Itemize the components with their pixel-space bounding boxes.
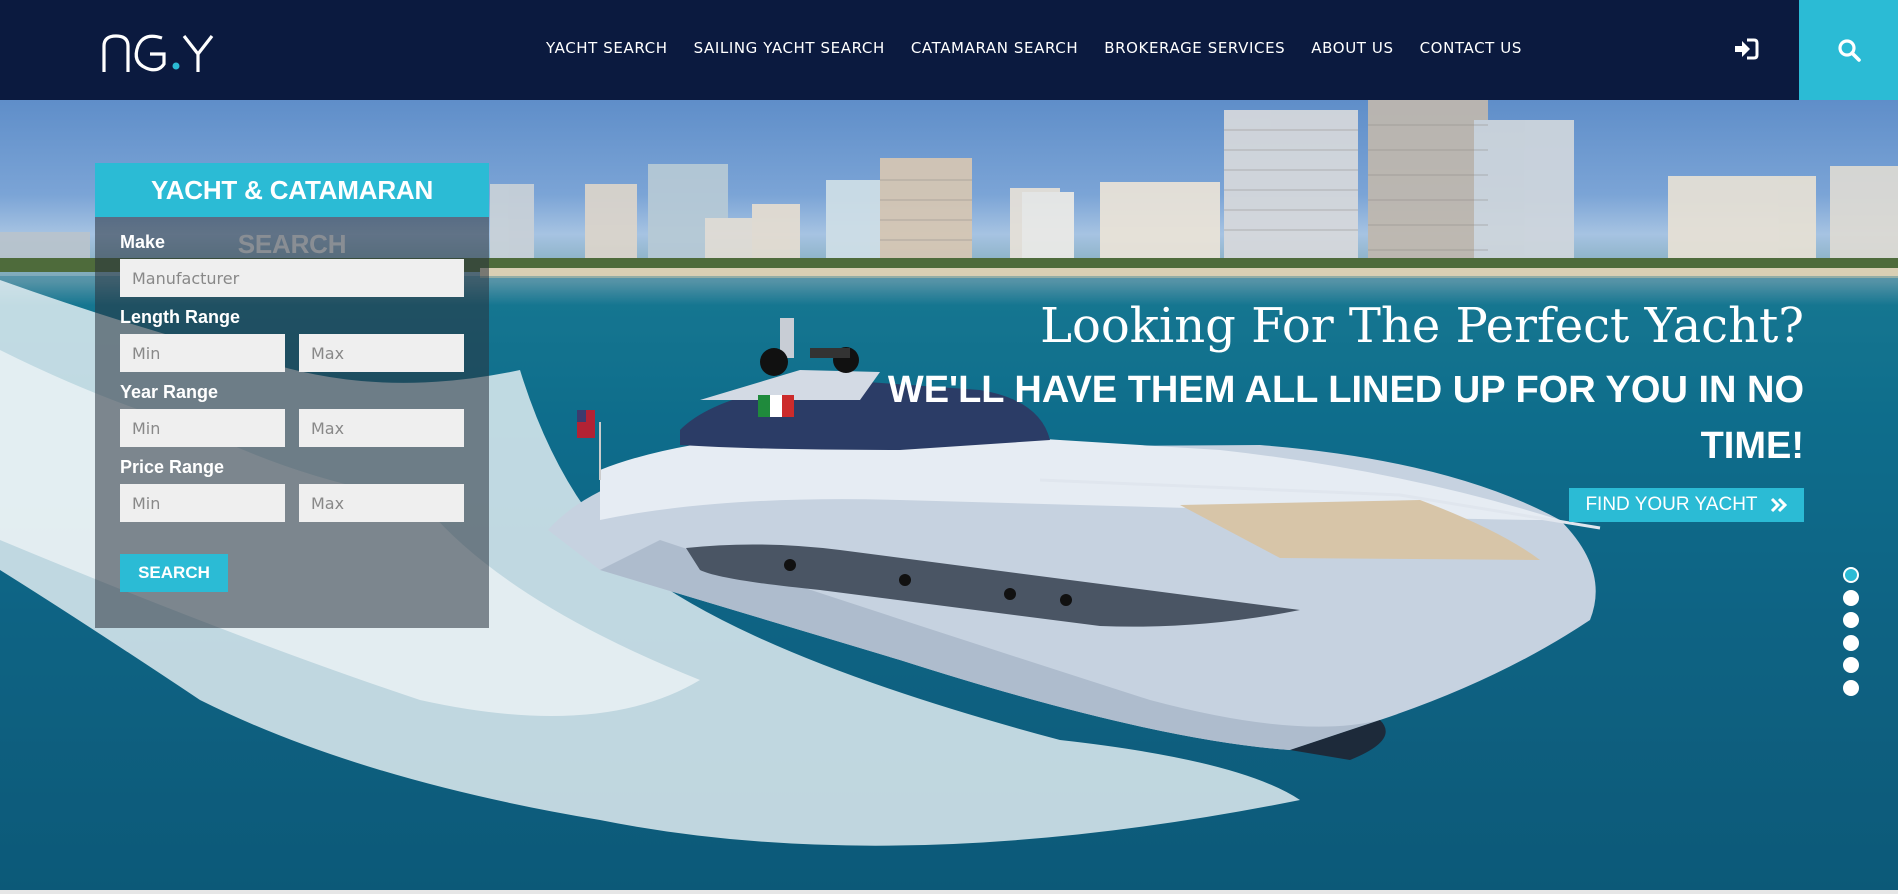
length-range-label: Length Range [120,307,240,327]
slide-dot-3[interactable] [1843,612,1859,628]
main-navigation: YACHT SEARCH SAILING YACHT SEARCH CATAMA… [546,38,1548,62]
year-max-input[interactable] [299,409,464,447]
find-your-yacht-button[interactable]: FIND YOUR YACHT [1569,488,1804,522]
price-min-input[interactable] [120,484,285,522]
nav-catamaran-search[interactable]: CATAMARAN SEARCH [911,38,1078,62]
search-icon [1838,39,1861,62]
slide-dot-1[interactable] [1843,567,1859,583]
search-panel-title: YACHT & CATAMARAN SEARCH [95,163,489,259]
nav-contact-us[interactable]: CONTACT US [1420,38,1522,62]
header-search-button[interactable] [1799,0,1898,100]
year-range-label: Year Range [120,382,219,402]
nav-sailing-yacht-search[interactable]: SAILING YACHT SEARCH [694,38,885,62]
price-range-label: Price Range [120,457,225,477]
slide-dot-4[interactable] [1843,634,1859,651]
double-chevron-right-icon [1770,497,1787,513]
slide-dot-2[interactable] [1843,589,1859,606]
hero-subheadline: WE'LL HAVE THEM ALL LINED UP FOR YOU IN … [887,369,1804,467]
length-max-input[interactable] [299,334,464,372]
price-max-input[interactable] [299,484,464,522]
nav-brokerage-services[interactable]: BROKERAGE SERVICES [1104,38,1285,62]
length-min-input[interactable] [120,334,285,372]
cta-label: FIND YOUR YACHT [1585,494,1758,515]
make-label: Make [120,232,166,252]
ngy-logo[interactable] [100,28,220,78]
nav-yacht-search[interactable]: YACHT SEARCH [546,38,668,62]
slide-dot-6[interactable] [1843,679,1859,696]
hero-headline: Looking For The Perfect Yacht? [1040,298,1804,354]
nav-about-us[interactable]: ABOUT US [1311,38,1393,62]
slide-dot-5[interactable] [1843,657,1859,673]
login-button[interactable] [1733,36,1759,62]
top-navigation-bar: YACHT SEARCH SAILING YACHT SEARCH CATAMA… [0,0,1898,100]
slide-indicators [1843,567,1861,702]
make-input[interactable] [120,259,464,297]
page-bottom-divider [0,890,1898,894]
search-submit-button[interactable]: SEARCH [120,554,228,592]
sign-in-icon [1735,38,1759,60]
year-min-input[interactable] [120,409,285,447]
